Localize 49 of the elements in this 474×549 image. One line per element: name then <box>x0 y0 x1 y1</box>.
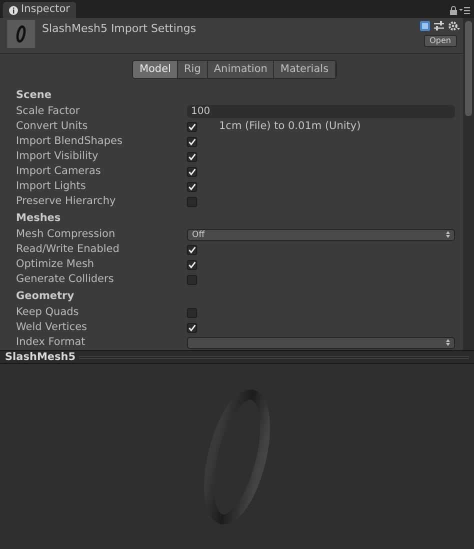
setting-label: Import Visibility <box>16 148 100 164</box>
setting-label: Scale Factor <box>16 104 81 119</box>
setting-label: Weld Vertices <box>16 320 88 335</box>
checkbox[interactable] <box>187 196 197 206</box>
setting-label: Mesh Compression <box>16 226 116 242</box>
checkmark-icon <box>188 322 196 332</box>
updown-arrow-icon <box>446 339 450 346</box>
checkbox[interactable] <box>187 260 197 270</box>
setting-label: Optimize Mesh <box>16 256 96 272</box>
checkbox[interactable] <box>187 136 197 146</box>
setting-label: Convert Units <box>16 118 89 134</box>
info-icon <box>9 6 18 14</box>
settings-tab[interactable]: Model <box>133 61 178 78</box>
setting-label: Keep Quads <box>16 304 80 320</box>
setting-label: Index Format <box>16 334 86 350</box>
checkbox[interactable] <box>187 182 197 192</box>
header-title: SlashMesh5 Import Settings <box>42 21 196 37</box>
scrollbar[interactable] <box>463 18 474 350</box>
sliders-icon[interactable] <box>434 21 444 31</box>
unit-conversion-note: 1cm (File) to 0.01m (Unity) <box>219 118 361 134</box>
setting-label: Import Cameras <box>16 164 102 179</box>
preview-title-bar: SlashMesh5 <box>0 350 474 364</box>
checkbox[interactable] <box>187 152 197 162</box>
setting-label: Import Lights <box>16 178 87 194</box>
open-button[interactable]: Open <box>424 35 457 47</box>
updown-arrow-icon <box>446 231 450 238</box>
settings-tab[interactable]: Animation <box>208 61 274 78</box>
lock-icon[interactable] <box>450 6 457 15</box>
setting-label: Read/Write Enabled <box>16 242 120 257</box>
gear-icon[interactable] <box>448 21 460 31</box>
ring-icon <box>16 25 26 43</box>
checkbox[interactable] <box>187 308 197 318</box>
section-heading: Scene <box>16 88 53 103</box>
checkbox[interactable] <box>187 244 197 254</box>
setting-label: Preserve Hierarchy <box>16 194 117 209</box>
settings-tab[interactable]: Rig <box>178 61 208 78</box>
checkbox[interactable] <box>187 274 197 284</box>
scale-factor-field[interactable]: 100 <box>187 105 455 118</box>
inspector-tab[interactable]: Inspector <box>3 2 76 18</box>
checkbox[interactable] <box>187 322 197 332</box>
setting-label: Import BlendShapes <box>16 134 124 149</box>
checkbox[interactable] <box>187 166 197 176</box>
setting-label: Generate Colliders <box>16 272 115 287</box>
settings-tab[interactable]: Materials <box>274 61 336 78</box>
menu-icon[interactable] <box>459 7 470 14</box>
section-heading: Meshes <box>16 211 62 226</box>
checkbox[interactable] <box>187 122 197 132</box>
section-heading: Geometry <box>16 289 76 304</box>
dropdown[interactable]: Off <box>187 228 455 240</box>
